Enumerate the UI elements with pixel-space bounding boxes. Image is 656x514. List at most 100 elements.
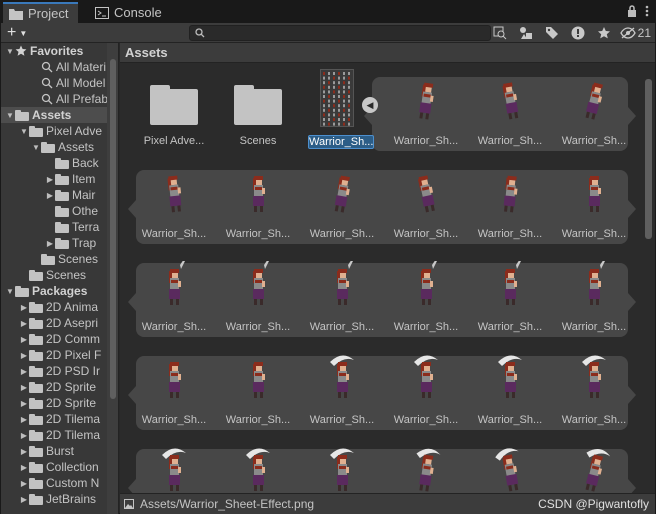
tree-item[interactable]: Terra bbox=[1, 219, 109, 235]
sprite-asset[interactable]: Warrior_Sh... bbox=[386, 344, 466, 434]
tree-item[interactable]: All Prefab bbox=[1, 91, 109, 107]
tree-item[interactable]: ▶ 2D Tilema bbox=[1, 411, 109, 427]
sprite-asset[interactable]: Warrior_Sh... bbox=[470, 158, 550, 248]
sprite-asset[interactable]: Warrior_Sh... bbox=[554, 65, 634, 155]
collapse-arrow-icon[interactable]: ▶ bbox=[19, 367, 29, 376]
tree-item[interactable]: Scenes bbox=[1, 267, 109, 283]
expand-arrow-icon[interactable]: ▼ bbox=[5, 287, 15, 296]
favorite-star-icon[interactable] bbox=[594, 24, 614, 42]
tree-item[interactable]: ▼ Assets bbox=[1, 107, 109, 123]
sprite-asset[interactable]: Warrior_Sh... bbox=[218, 251, 298, 341]
tree-item[interactable]: Back bbox=[1, 155, 109, 171]
sprite-sheet-asset[interactable]: Warrior_Sh... bbox=[302, 65, 382, 155]
sprite-asset[interactable]: Warrior_Sh... bbox=[134, 251, 214, 341]
tree-item[interactable]: Othe bbox=[1, 203, 109, 219]
tree-item[interactable]: ▶ 2D Sprite bbox=[1, 379, 109, 395]
collapse-arrow-icon[interactable]: ▶ bbox=[19, 319, 29, 328]
collapse-arrow-icon[interactable]: ▶ bbox=[19, 479, 29, 488]
lock-icon[interactable] bbox=[627, 5, 637, 20]
search-input[interactable] bbox=[189, 25, 491, 41]
tree-item[interactable]: ▶ 2D Comm bbox=[1, 331, 109, 347]
expand-arrow-icon[interactable]: ▼ bbox=[31, 143, 41, 152]
sprite-asset[interactable]: Warrior_Sh... bbox=[386, 251, 466, 341]
tree-item[interactable]: ▶ Item bbox=[1, 171, 109, 187]
tree-item[interactable]: ▶ Mair bbox=[1, 187, 109, 203]
sprite-asset[interactable]: Warrior_Sh... bbox=[554, 251, 634, 341]
sprite-asset[interactable]: Warrior_Sh... bbox=[302, 158, 382, 248]
tab-console[interactable]: Console bbox=[89, 2, 172, 23]
asset-grid-scrollbar[interactable] bbox=[642, 63, 655, 493]
tree-item[interactable]: ▶ JetBrains bbox=[1, 491, 109, 507]
sprite-asset[interactable]: Warrior_Sh... bbox=[470, 251, 550, 341]
sprite-asset[interactable]: Warrior_Sh... bbox=[218, 158, 298, 248]
tree-item[interactable]: ▶ Collection bbox=[1, 459, 109, 475]
tree-item[interactable]: ▼ Packages bbox=[1, 283, 109, 299]
tree-scrollbar[interactable] bbox=[107, 43, 118, 514]
tree-scrollbar-thumb[interactable] bbox=[110, 59, 116, 399]
tree-item[interactable]: ▼ Pixel Adve bbox=[1, 123, 109, 139]
folder-asset[interactable]: Scenes bbox=[218, 65, 298, 155]
sprite-asset[interactable] bbox=[470, 437, 550, 493]
tree-item[interactable]: All Model bbox=[1, 75, 109, 91]
tree-item[interactable]: ▶ 2D Anima bbox=[1, 299, 109, 315]
collapse-arrow-icon[interactable]: ▶ bbox=[19, 303, 29, 312]
filter-by-label-icon[interactable] bbox=[542, 24, 562, 42]
tree-item[interactable]: ▼ Favorites bbox=[1, 43, 109, 59]
tree-item[interactable]: ▶ 2D Pixel F bbox=[1, 347, 109, 363]
sprite-asset[interactable] bbox=[134, 437, 214, 493]
collapse-arrow-icon[interactable]: ▶ bbox=[19, 415, 29, 424]
filter-by-type-icon[interactable] bbox=[516, 24, 536, 42]
collapse-arrow-icon[interactable]: ▶ bbox=[19, 383, 29, 392]
tab-project[interactable]: Project bbox=[3, 2, 79, 23]
tree-item[interactable]: ▶ 2D Tilema bbox=[1, 427, 109, 443]
collapse-arrow-icon[interactable]: ▶ bbox=[19, 335, 29, 344]
tree-item[interactable]: ▼ Assets bbox=[1, 139, 109, 155]
tree-item[interactable]: ▶ Custom N bbox=[1, 475, 109, 491]
sprite-asset[interactable] bbox=[218, 437, 298, 493]
sprite-asset[interactable]: Warrior_Sh... bbox=[386, 65, 466, 155]
search-by-type-icon[interactable] bbox=[490, 24, 510, 42]
sprite-asset[interactable] bbox=[302, 437, 382, 493]
collapse-arrow-icon[interactable]: ▶ bbox=[19, 447, 29, 456]
breadcrumb[interactable]: Assets bbox=[120, 43, 655, 63]
sprite-asset[interactable]: Warrior_Sh... bbox=[218, 344, 298, 434]
more-options-icon[interactable] bbox=[645, 5, 649, 20]
tree-item-label: Pixel Adve bbox=[46, 124, 103, 138]
tree-item[interactable]: ▶ Burst bbox=[1, 443, 109, 459]
collapse-arrow-icon[interactable]: ▶ bbox=[19, 463, 29, 472]
expand-arrow-icon[interactable]: ▼ bbox=[5, 47, 15, 56]
sprite-asset[interactable]: Warrior_Sh... bbox=[134, 158, 214, 248]
asset-grid-scrollbar-thumb[interactable] bbox=[645, 79, 652, 239]
collapse-arrow-icon[interactable]: ▶ bbox=[45, 175, 55, 184]
sprite-asset[interactable]: Warrior_Sh... bbox=[554, 344, 634, 434]
sprite-asset[interactable] bbox=[554, 437, 634, 493]
collapse-arrow-icon[interactable]: ▶ bbox=[19, 351, 29, 360]
hidden-packages-toggle[interactable]: 21 bbox=[619, 26, 651, 40]
filter-by-log-type-icon[interactable] bbox=[568, 24, 588, 42]
sprite-asset[interactable] bbox=[386, 437, 466, 493]
create-button[interactable]: + ▼ bbox=[7, 24, 37, 42]
sprite-asset[interactable]: Warrior_Sh... bbox=[302, 344, 382, 434]
sprite-asset[interactable]: Warrior_Sh... bbox=[470, 65, 550, 155]
expand-arrow-icon[interactable]: ▼ bbox=[5, 111, 15, 120]
sprite-asset[interactable]: Warrior_Sh... bbox=[386, 158, 466, 248]
folder-asset[interactable]: Pixel Adve... bbox=[134, 65, 214, 155]
tree-item[interactable]: All Materi bbox=[1, 59, 109, 75]
asset-label: Warrior_Sh... bbox=[477, 135, 543, 147]
collapse-arrow-icon[interactable]: ▶ bbox=[19, 431, 29, 440]
collapse-arrow-icon[interactable]: ▶ bbox=[19, 399, 29, 408]
collapse-arrow-icon[interactable]: ▶ bbox=[19, 495, 29, 504]
sprite-asset[interactable]: Warrior_Sh... bbox=[134, 344, 214, 434]
tree-item[interactable]: Scenes bbox=[1, 251, 109, 267]
collapse-arrow-icon[interactable]: ▶ bbox=[45, 191, 55, 200]
sprite-asset[interactable]: Warrior_Sh... bbox=[302, 251, 382, 341]
asset-label: Warrior_Sh... bbox=[561, 414, 627, 426]
sprite-asset[interactable]: Warrior_Sh... bbox=[554, 158, 634, 248]
expand-arrow-icon[interactable]: ▼ bbox=[19, 127, 29, 136]
tree-item[interactable]: ▶ 2D Sprite bbox=[1, 395, 109, 411]
sprite-asset[interactable]: Warrior_Sh... bbox=[470, 344, 550, 434]
tree-item[interactable]: ▶ 2D PSD Ir bbox=[1, 363, 109, 379]
collapse-arrow-icon[interactable]: ▶ bbox=[45, 239, 55, 248]
tree-item[interactable]: ▶ 2D Asepri bbox=[1, 315, 109, 331]
tree-item[interactable]: ▶ Trap bbox=[1, 235, 109, 251]
